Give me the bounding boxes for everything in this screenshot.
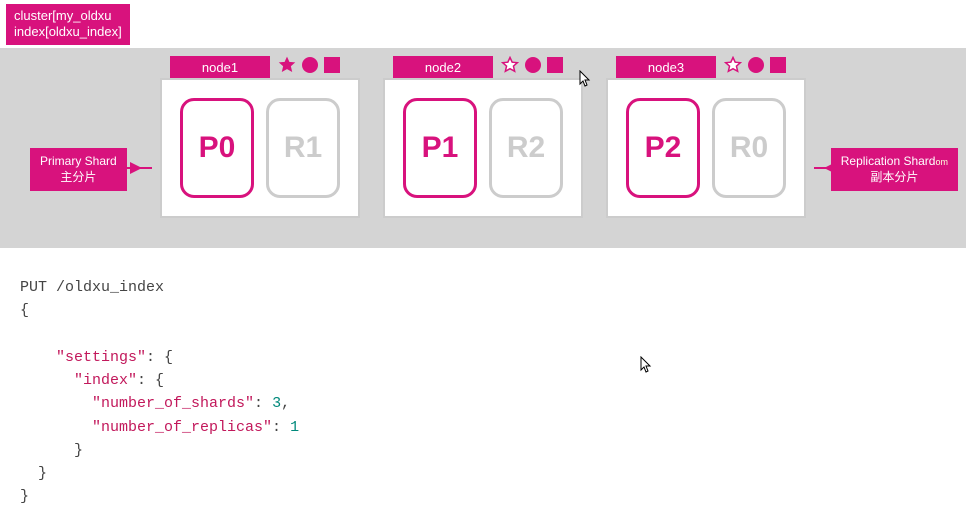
json-key: "number_of_shards" bbox=[92, 395, 254, 412]
primary-label-cn: 主分片 bbox=[60, 170, 96, 184]
circle-icon bbox=[748, 57, 764, 73]
node-title: node3 bbox=[616, 56, 716, 78]
square-icon bbox=[324, 57, 340, 73]
star-icon bbox=[278, 56, 296, 74]
node-icons bbox=[724, 56, 786, 74]
code-block: PUT /oldxu_index { "settings": { "index"… bbox=[0, 256, 966, 519]
node-title: node2 bbox=[393, 56, 493, 78]
replica-label-suffix: om bbox=[935, 157, 948, 167]
primary-label-en: Primary Shard bbox=[40, 154, 117, 168]
json-key: "index" bbox=[74, 372, 137, 389]
replica-shard: R0 bbox=[712, 98, 786, 198]
json-value: 1 bbox=[290, 419, 299, 436]
cluster-diagram: cluster[my_oldxu index[oldxu_index] Prim… bbox=[0, 0, 966, 256]
primary-shard-label: Primary Shard 主分片 bbox=[30, 148, 127, 191]
replica-shard-label: Replication Shardom 副本分片 bbox=[831, 148, 958, 191]
cluster-index-label: cluster[my_oldxu index[oldxu_index] bbox=[6, 4, 130, 45]
cursor-icon bbox=[579, 70, 593, 88]
square-icon bbox=[770, 57, 786, 73]
json-value: 3 bbox=[272, 395, 281, 412]
node-icons bbox=[501, 56, 563, 74]
primary-arrow-icon bbox=[130, 162, 142, 174]
circle-icon bbox=[525, 57, 541, 73]
json-key: "number_of_replicas" bbox=[92, 419, 272, 436]
replica-label-cn: 副本分片 bbox=[870, 170, 918, 184]
http-path: /oldxu_index bbox=[56, 279, 164, 296]
replica-shard: R1 bbox=[266, 98, 340, 198]
star-icon bbox=[724, 56, 742, 74]
node-body: P1 R2 bbox=[383, 78, 583, 218]
cluster-label-line2: index[oldxu_index] bbox=[14, 24, 122, 39]
node-icons bbox=[278, 56, 340, 74]
cluster-label-line1: cluster[my_oldxu bbox=[14, 8, 112, 23]
node-body: P0 R1 bbox=[160, 78, 360, 218]
json-key: "settings" bbox=[56, 349, 146, 366]
node-box: node1 P0 R1 bbox=[160, 78, 360, 218]
nodes-container: node1 P0 R1 node2 P1 R2 bbox=[160, 78, 806, 218]
node-box: node3 P2 R0 bbox=[606, 78, 806, 218]
node-box: node2 P1 R2 bbox=[383, 78, 583, 218]
star-icon bbox=[501, 56, 519, 74]
primary-shard: P2 bbox=[626, 98, 700, 198]
primary-shard: P1 bbox=[403, 98, 477, 198]
node-body: P2 R0 bbox=[606, 78, 806, 218]
primary-shard: P0 bbox=[180, 98, 254, 198]
replica-label-en: Replication Shard bbox=[841, 154, 936, 168]
node-title: node1 bbox=[170, 56, 270, 78]
square-icon bbox=[547, 57, 563, 73]
cursor-icon bbox=[640, 356, 654, 374]
replica-shard: R2 bbox=[489, 98, 563, 198]
circle-icon bbox=[302, 57, 318, 73]
http-method: PUT bbox=[20, 279, 47, 296]
